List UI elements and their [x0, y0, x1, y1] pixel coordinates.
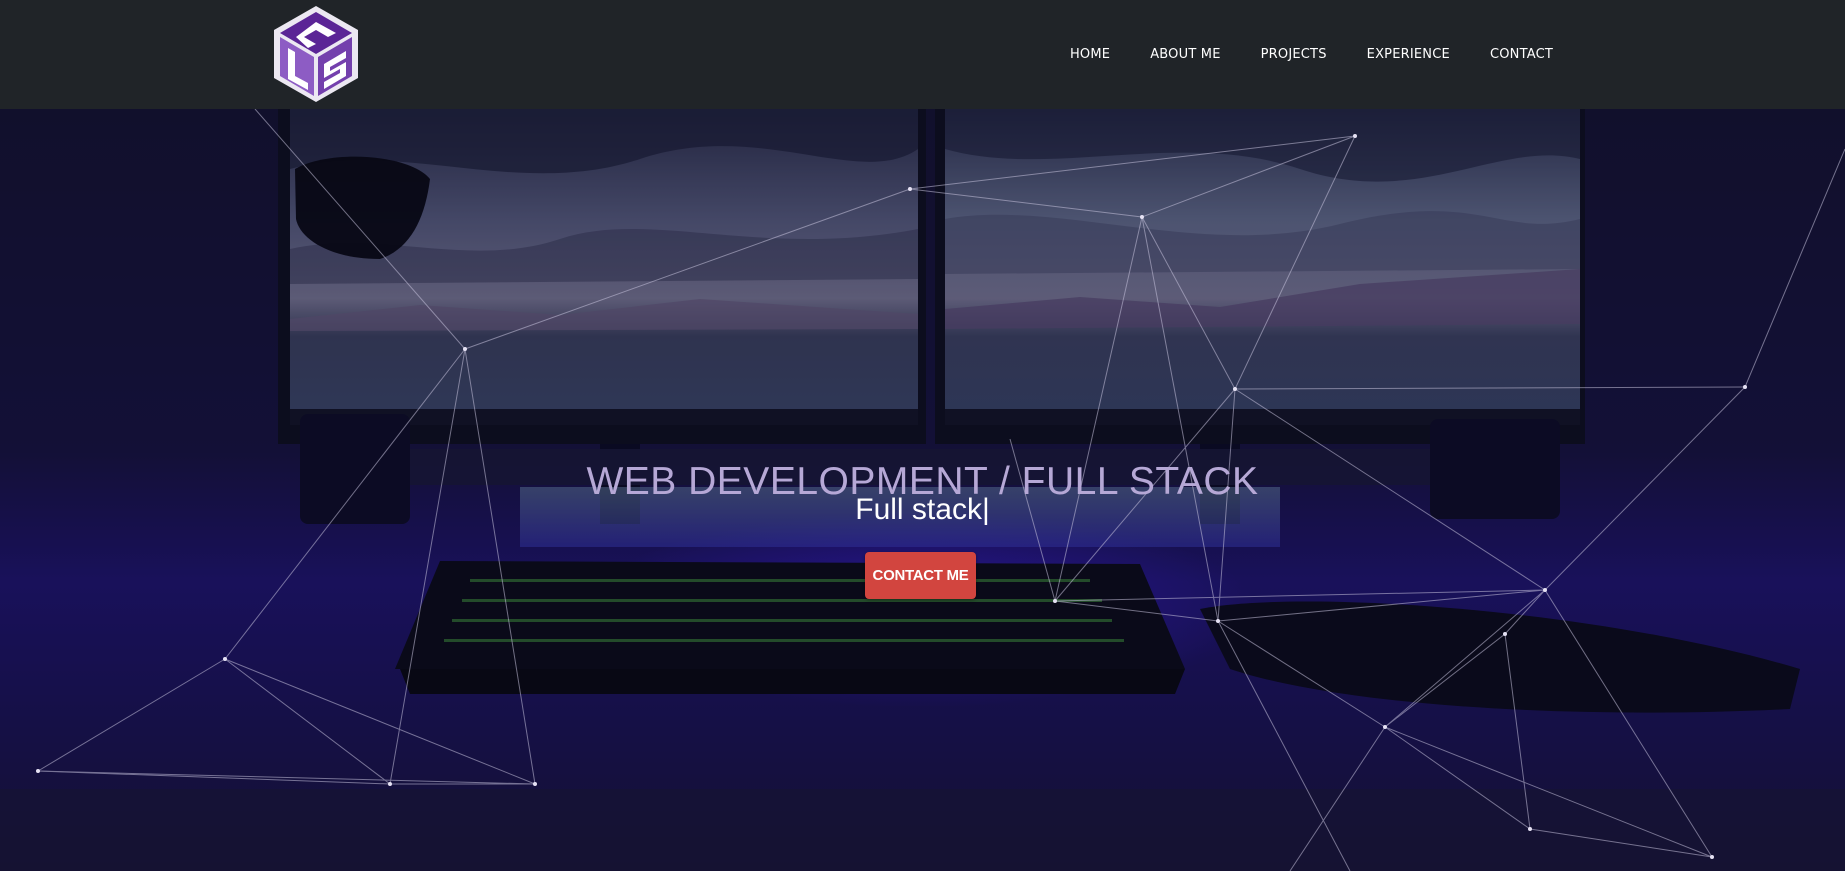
typed-text: Full stack [855, 493, 982, 526]
nav-about-link[interactable]: ABOUT ME [1150, 47, 1220, 62]
nav-projects-link[interactable]: PROJECTS [1261, 47, 1327, 62]
nav-experience-link[interactable]: EXPERIENCE [1367, 47, 1450, 62]
contact-me-button[interactable]: CONTACT ME [865, 552, 976, 599]
main-nav: HOME ABOUT ME PROJECTS EXPERIENCE CONTAC… [1070, 0, 1553, 109]
nav-contact-link[interactable]: CONTACT [1490, 47, 1553, 62]
typing-cursor: | [981, 493, 990, 526]
navbar: HOME ABOUT ME PROJECTS EXPERIENCE CONTAC… [0, 0, 1845, 109]
logo-icon[interactable] [270, 4, 362, 104]
hero-section: WEB DEVELOPMENT / FULL STACK Full stack|… [0, 109, 1845, 871]
typed-subtitle: Full stack| [0, 493, 1845, 527]
nav-home-link[interactable]: HOME [1070, 47, 1110, 62]
